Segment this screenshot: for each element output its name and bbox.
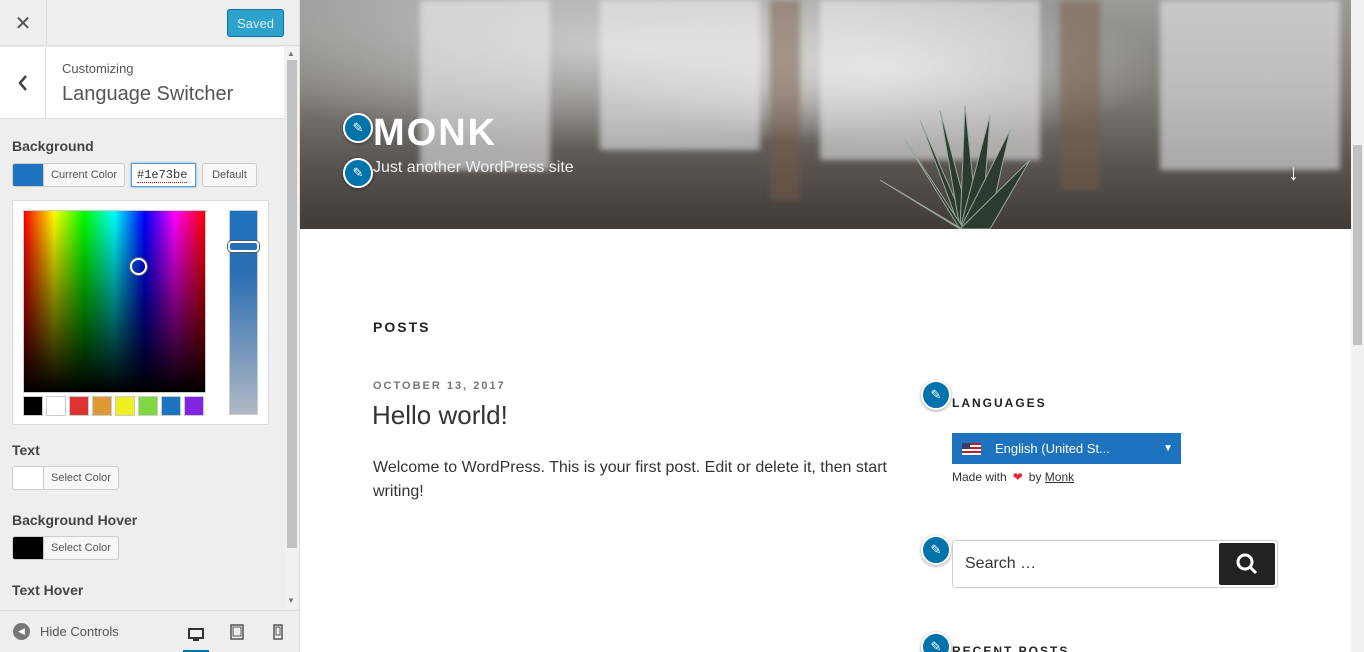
default-button[interactable]: Default xyxy=(202,163,257,187)
saturation-handle[interactable] xyxy=(130,258,147,275)
us-flag-icon xyxy=(962,442,981,455)
post-excerpt: Welcome to WordPress. This is your first… xyxy=(373,459,887,500)
preview-scrollbar-thumb[interactable] xyxy=(1353,145,1362,345)
arrow-down-icon[interactable]: ↓ xyxy=(1288,160,1299,186)
palette-swatch-black[interactable] xyxy=(23,396,43,416)
section-title: Language Switcher xyxy=(62,83,234,105)
site-tagline: Just another WordPress site xyxy=(373,159,574,176)
color-swatch xyxy=(13,164,44,186)
hex-color-input[interactable]: #1e73be xyxy=(131,163,196,187)
post-title[interactable]: Hello world! xyxy=(372,400,508,431)
scroll-down-arrow-icon[interactable]: ▼ xyxy=(287,596,295,605)
mobile-icon[interactable] xyxy=(265,619,291,645)
palette-swatch-green[interactable] xyxy=(138,396,158,416)
search-button[interactable] xyxy=(1219,543,1275,585)
palette-swatch-white[interactable] xyxy=(46,396,66,416)
color-palette xyxy=(23,396,204,416)
palette-swatch-purple[interactable] xyxy=(184,396,204,416)
made-with-credit: Made with ❤ by Monk xyxy=(952,470,1074,484)
hide-controls-button[interactable]: ◀ Hide Controls xyxy=(13,623,119,640)
color-picker xyxy=(12,200,269,425)
header-image: ✎ ✎ MONK Just another WordPress site ↓ xyxy=(300,0,1351,229)
customizer-header: ✕ Saved xyxy=(0,0,299,46)
tablet-icon[interactable] xyxy=(224,619,250,645)
palette-swatch-blue[interactable] xyxy=(161,396,181,416)
hide-controls-label: Hide Controls xyxy=(40,624,119,639)
controls-panel: Background Current Color #1e73be Default xyxy=(0,119,284,607)
language-switcher-dropdown[interactable]: English (United St... ▼ xyxy=(952,433,1181,464)
hue-strip[interactable] xyxy=(228,210,259,415)
select-color-label: Select Color xyxy=(51,472,111,484)
palette-swatch-red[interactable] xyxy=(69,396,89,416)
posts-heading: POSTS xyxy=(373,319,431,335)
close-icon[interactable]: ✕ xyxy=(0,0,47,46)
customizer-footer: ◀ Hide Controls xyxy=(0,610,299,652)
select-color-label: Select Color xyxy=(51,542,111,554)
selected-language: English (United St... xyxy=(995,441,1110,456)
edit-pencil-icon[interactable]: ✎ xyxy=(921,535,951,565)
pillar-blur xyxy=(1060,0,1100,190)
background-label: Background xyxy=(12,138,94,154)
search-icon xyxy=(1236,553,1258,575)
text-color-button[interactable]: Select Color xyxy=(12,466,119,490)
languages-heading: LANGUAGES xyxy=(952,396,1047,410)
edit-pencil-icon[interactable]: ✎ xyxy=(921,632,951,652)
color-swatch xyxy=(13,467,44,489)
window-blur xyxy=(1160,0,1340,170)
site-title[interactable]: MONK xyxy=(373,112,497,155)
hue-handle[interactable] xyxy=(228,241,259,252)
saved-button[interactable]: Saved xyxy=(227,9,284,37)
background-hover-label: Background Hover xyxy=(12,512,138,528)
edit-pencil-icon[interactable]: ✎ xyxy=(343,158,373,188)
text-color-label: Text xyxy=(12,442,40,458)
desktop-icon[interactable] xyxy=(183,619,209,652)
search-input[interactable]: Search … xyxy=(952,540,1278,588)
collapse-icon: ◀ xyxy=(13,623,30,640)
post-date[interactable]: OCTOBER 13, 2017 xyxy=(373,380,506,392)
palette-swatch-yellow[interactable] xyxy=(115,396,135,416)
edit-pencil-icon[interactable]: ✎ xyxy=(921,380,951,410)
plant-image xyxy=(879,104,1031,229)
customizer-sidebar: ✕ Saved Customizing Language Switcher Ba… xyxy=(0,0,300,652)
background-hover-color-button[interactable]: Select Color xyxy=(12,536,119,560)
sidebar-scrollbar-thumb[interactable] xyxy=(287,60,297,548)
section-subtitle: Customizing xyxy=(62,61,134,76)
edit-pencil-icon[interactable]: ✎ xyxy=(343,113,373,143)
current-color-label: Current Color xyxy=(51,169,118,181)
scroll-up-arrow-icon[interactable]: ▲ xyxy=(287,49,295,58)
by-text: by xyxy=(1028,470,1042,484)
text-hover-label: Text Hover xyxy=(12,582,84,598)
chevron-left-icon[interactable] xyxy=(0,47,46,119)
heart-icon: ❤ xyxy=(1012,470,1023,484)
site-preview: ✎ ✎ MONK Just another WordPress site ↓ P… xyxy=(300,0,1364,652)
search-placeholder: Search … xyxy=(965,555,1037,572)
pillar-blur xyxy=(770,0,800,200)
saturation-area[interactable] xyxy=(23,210,206,393)
made-with-text: Made with xyxy=(952,470,1007,484)
monk-link[interactable]: Monk xyxy=(1045,470,1074,484)
section-header: Customizing Language Switcher xyxy=(0,47,284,119)
recent-posts-heading: RECENT POSTS xyxy=(952,644,1070,652)
color-swatch xyxy=(13,537,44,559)
palette-swatch-orange[interactable] xyxy=(92,396,112,416)
window-blur xyxy=(600,0,760,150)
background-color-button[interactable]: Current Color xyxy=(12,163,126,187)
caret-down-icon: ▼ xyxy=(1163,443,1173,454)
